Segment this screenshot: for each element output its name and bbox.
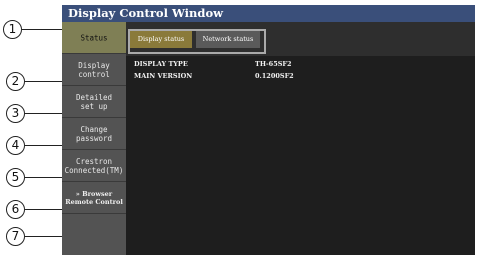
leader-line-4 — [25, 145, 62, 146]
leader-line-7 — [25, 236, 62, 237]
tab-display-status[interactable]: Display status — [130, 31, 192, 48]
leader-line-2 — [25, 81, 62, 82]
sidebar-item-display-control[interactable]: Display control — [62, 54, 126, 86]
sidebar-item-change-password[interactable]: Change password — [62, 118, 126, 150]
sidebar-item-label: Display control — [78, 60, 110, 79]
sidebar-item-label: Crestron Connected(TM) — [64, 156, 124, 175]
callout-2: 2 — [6, 72, 25, 91]
sidebar-menu: Status Display control Detailed set up C… — [62, 22, 126, 255]
leader-line-6 — [25, 209, 62, 210]
sidebar-item-empty — [62, 214, 126, 255]
callout-3: 3 — [6, 104, 25, 123]
leader-line-5 — [25, 177, 62, 178]
sidebar-item-label: Change password — [75, 124, 113, 143]
callout-7: 7 — [6, 227, 25, 246]
display-type-value: TH-65SF2 — [255, 60, 292, 68]
display-control-window: Display Control Window Status Display co… — [62, 5, 475, 255]
main-version-label: MAIN VERSION — [134, 72, 193, 80]
title-bar: Display Control Window — [62, 5, 475, 22]
sidebar-item-detailed-set-up[interactable]: Detailed set up — [62, 86, 126, 118]
callout-5: 5 — [6, 168, 25, 187]
sidebar-item-label: Detailed set up — [75, 92, 113, 111]
display-type-label: DISPLAY TYPE — [134, 60, 188, 68]
sidebar-item-label: » Browser Remote Control — [65, 189, 123, 206]
callout-4: 4 — [6, 136, 25, 155]
sidebar-item-label: Status — [80, 33, 108, 42]
leader-line-3 — [25, 113, 62, 114]
sidebar-item-browser-remote-control[interactable]: » Browser Remote Control — [62, 182, 126, 214]
callout-6: 6 — [6, 200, 25, 219]
callout-1: 1 — [3, 20, 22, 39]
main-version-value: 0.1200SF2 — [255, 72, 294, 80]
sidebar-item-status[interactable]: Status — [62, 22, 126, 54]
tab-network-status[interactable]: Network status — [196, 31, 260, 48]
window-title: Display Control Window — [68, 6, 224, 20]
sidebar-item-crestron-connected[interactable]: Crestron Connected(TM) — [62, 150, 126, 182]
